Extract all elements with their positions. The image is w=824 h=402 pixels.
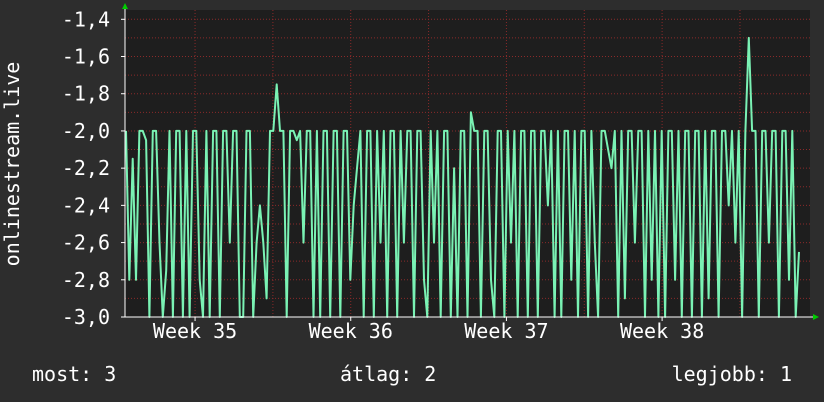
y-tick-label: -1,8 — [62, 82, 110, 106]
y-axis-arrow-icon — [122, 3, 128, 9]
y-tick-label: -2,8 — [62, 268, 110, 292]
y-tick-label: -3,0 — [62, 305, 110, 329]
x-tick-label: Week 35 — [153, 319, 237, 343]
x-axis-ticks: Week 35 Week 36 Week 37 Week 38 — [153, 317, 704, 343]
chart: -1,4 -1,6 -1,8 -2,0 -2,2 -2,4 -2,6 -2,8 -3,0 Wee… — [0, 3, 819, 343]
y-tick-label: -2,6 — [62, 231, 110, 255]
x-tick-label: Week 37 — [464, 319, 548, 343]
average-value: átlag: 2 — [340, 362, 437, 386]
y-tick-label: -2,2 — [62, 156, 110, 180]
y-tick-label: -1,6 — [62, 45, 110, 69]
y-axis-title: onlinestream.live — [0, 62, 24, 267]
best-value: legjobb: 1 — [671, 362, 792, 386]
y-axis-ticks: -1,4 -1,6 -1,8 -2,0 -2,2 -2,4 -2,6 -2,8 -3,0 — [62, 7, 125, 329]
x-tick-label: Week 38 — [620, 319, 704, 343]
y-tick-label: -2,0 — [62, 119, 110, 143]
y-tick-label: -1,4 — [62, 7, 110, 31]
x-tick-label: Week 36 — [309, 319, 393, 343]
x-axis-arrow-icon — [813, 314, 819, 320]
current-value: most: 3 — [32, 362, 117, 386]
y-tick-label: -2,4 — [62, 193, 110, 217]
